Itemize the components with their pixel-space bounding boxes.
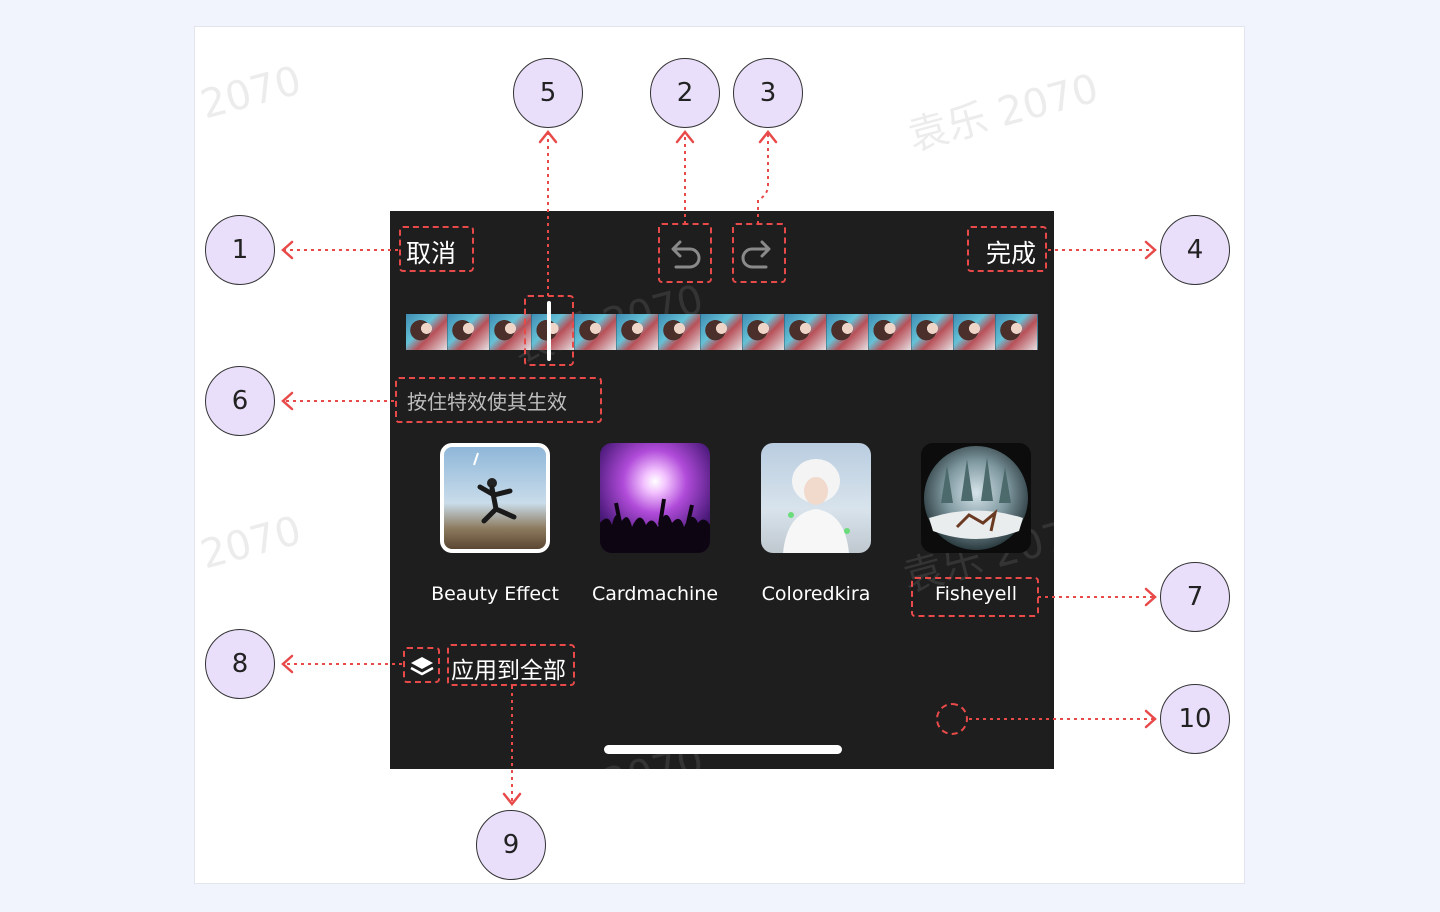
callout-9: 9: [476, 810, 546, 880]
annotation-arrows: [281, 129, 1157, 807]
callout-2: 2: [650, 58, 720, 128]
callout-1: 1: [205, 215, 275, 285]
callout-3: 3: [733, 58, 803, 128]
callout-7: 7: [1160, 562, 1230, 632]
callout-4: 4: [1160, 215, 1230, 285]
callout-6: 6: [205, 366, 275, 436]
callout-10: 10: [1160, 684, 1230, 754]
callout-5: 5: [513, 58, 583, 128]
callout-8: 8: [205, 629, 275, 699]
